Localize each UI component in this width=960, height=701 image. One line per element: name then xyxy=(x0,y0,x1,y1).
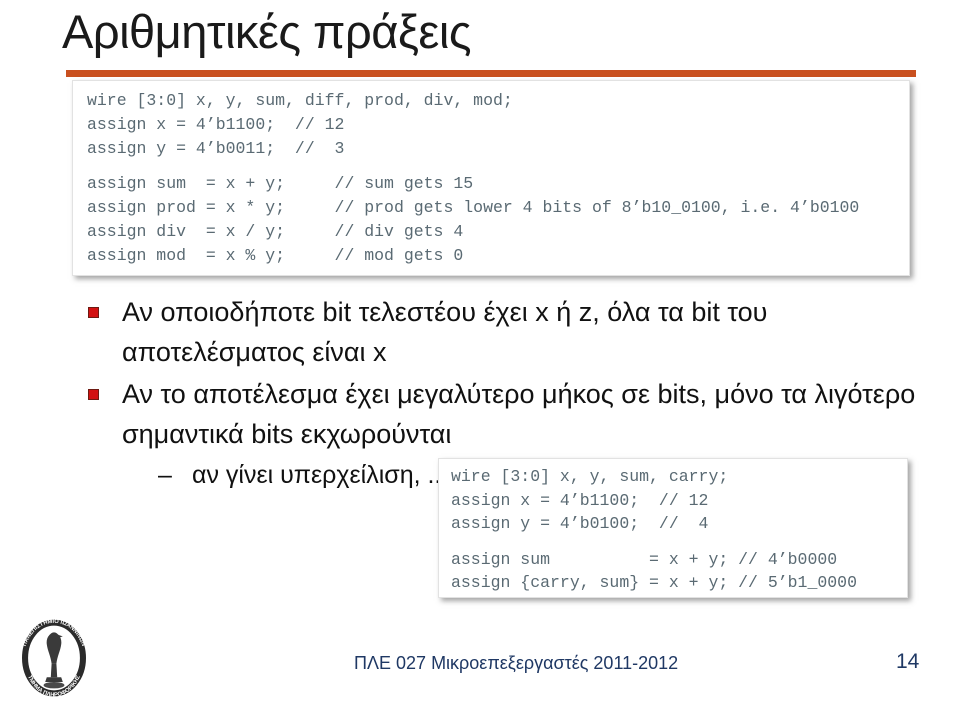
dash-icon: – xyxy=(158,461,172,489)
bullet-text: Αν οποιοδήποτε bit τελεστέου έχει x ή z,… xyxy=(122,297,768,367)
bullet-item: Αν οποιοδήποτε bit τελεστέου έχει x ή z,… xyxy=(70,292,930,372)
bullet-text: Αν το αποτέλεσμα έχει μεγαλύτερο μήκος σ… xyxy=(122,379,916,449)
code-line: assign sum = x + y; // sum gets 15 xyxy=(87,173,474,193)
title-divider xyxy=(66,70,916,77)
bullet-square-icon xyxy=(88,389,99,400)
code-line: wire [3:0] x, y, sum, diff, prod, div, m… xyxy=(87,91,513,110)
code-line: assign sum = x + y; // 4’b0000 xyxy=(451,549,838,569)
code-line: wire [3:0] x, y, sum, carry; xyxy=(451,467,729,486)
code-line: assign div = x / y; // div gets 4 xyxy=(87,222,464,242)
footer-course-label: ΠΛΕ 027 Μικροεπεξεργαστές 2011-2012 xyxy=(354,653,679,673)
code-line: assign y = 4’b0011; // 3 xyxy=(87,139,345,159)
slide-canvas: Αριθμητικές πράξεις wire [3:0] x, y, sum… xyxy=(0,0,960,701)
code-line: assign x = 4’b1100; // 12 xyxy=(451,490,709,510)
code-line: assign mod = x % y; // mod gets 0 xyxy=(87,246,464,266)
code-line: assign y = 4’b0100; // 4 xyxy=(451,514,709,533)
university-logo: ΠΑΝΕΠΙΣΤΗΜΙΟ ΙΩΑΝΝΙΝΩΝ ΤΜΗΜΑ ΠΛΗΡΟΦΟΡΙΚΗ… xyxy=(14,618,94,699)
code-line: assign prod = x * y; // prod gets lower … xyxy=(87,197,860,217)
code-line: assign x = 4’b1100; // 12 xyxy=(87,115,345,135)
bullet-square-icon xyxy=(88,307,99,318)
slide-number: 14 xyxy=(896,650,920,673)
page-title: Αριθμητικές πράξεις xyxy=(62,5,471,58)
code-line: assign {carry, sum} = x + y; // 5’b1_000… xyxy=(451,573,857,592)
sub-bullet-text: αν γίνει υπερχείλιση, .... xyxy=(192,461,456,489)
code-block-carry-overflow: wire [3:0] x, y, sum, carry; assign x = … xyxy=(438,458,908,598)
code-block-arithmetic-ops: wire [3:0] x, y, sum, diff, prod, div, m… xyxy=(72,80,910,276)
